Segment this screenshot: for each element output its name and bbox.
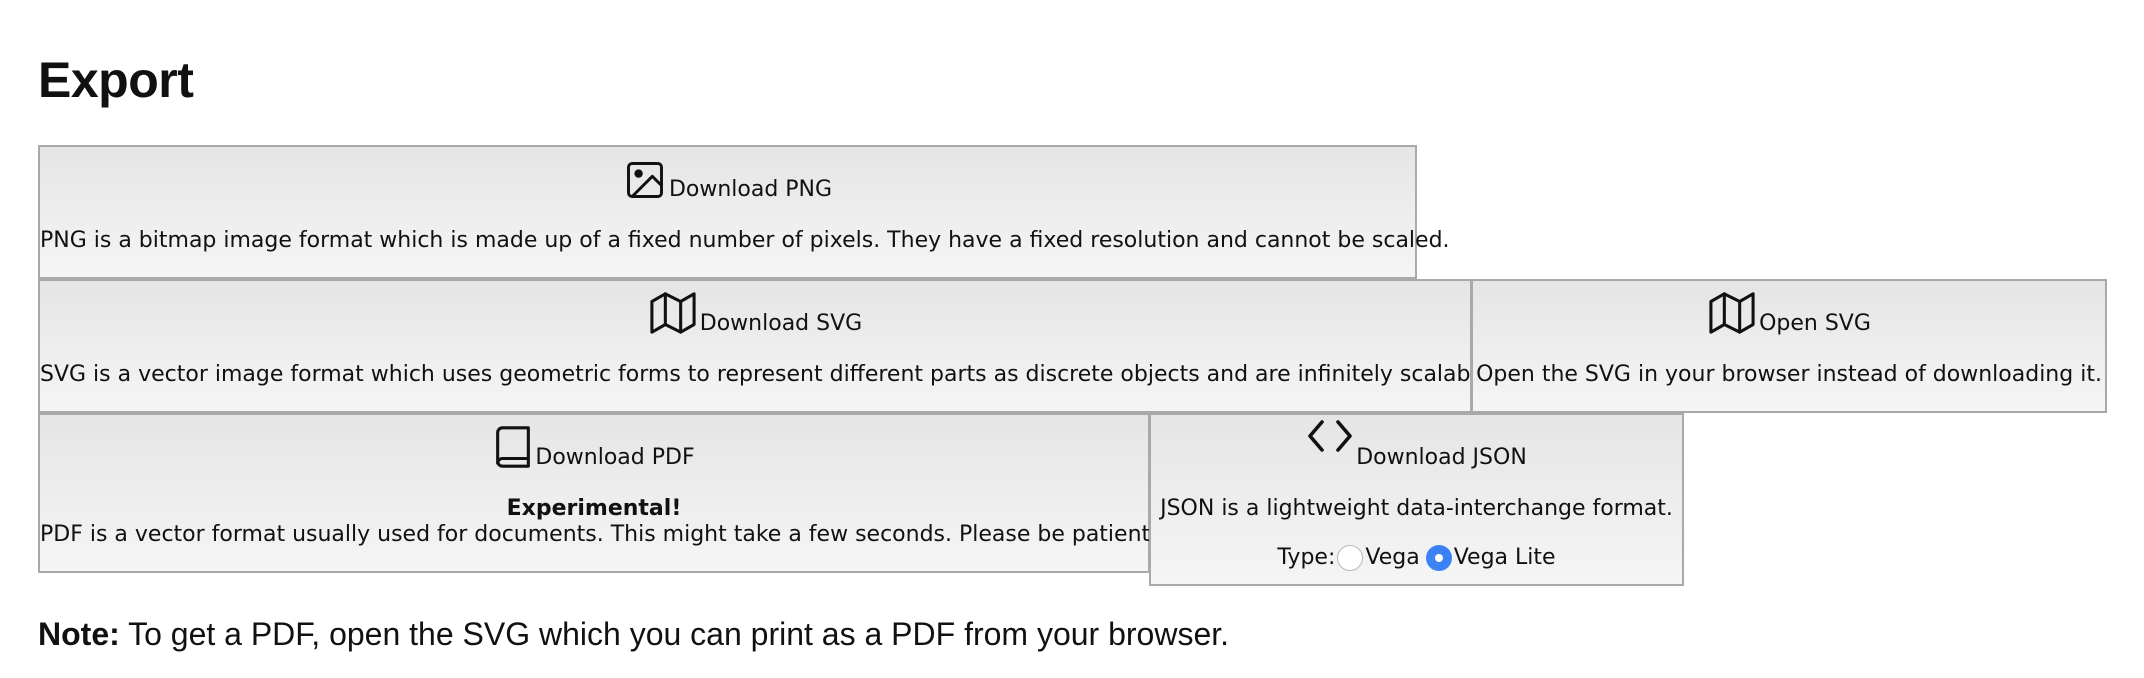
code-icon (1306, 416, 1354, 470)
note-body: To get a PDF, open the SVG which you can… (119, 616, 1230, 652)
card-description: SVG is a vector image format which uses … (40, 362, 1498, 387)
radio-vega-lite-label[interactable]: Vega Lite (1454, 545, 1556, 571)
download-pdf-button[interactable]: Download PDF Experimental! PDF is a vect… (38, 413, 1158, 573)
card-label: Download PNG (668, 177, 833, 202)
map-icon (648, 290, 698, 336)
card-description: JSON is a lightweight data-interchange f… (1160, 496, 1673, 521)
open-svg-button[interactable]: Open SVG Open the SVG in your browser in… (1471, 279, 2107, 413)
card-description: PDF is a vector format usually used for … (40, 522, 1158, 547)
card-label: Download JSON (1356, 445, 1527, 470)
experimental-warning: Experimental! (506, 496, 682, 521)
card-description: PNG is a bitmap image format which is ma… (40, 228, 1450, 253)
map-icon (1707, 290, 1757, 336)
type-label: Type: (1277, 545, 1336, 570)
json-type-selector: Type: Vega Vega Lite (1151, 545, 1682, 571)
image-icon (623, 158, 667, 202)
card-header: Download SVG (40, 286, 1470, 336)
page-title: Export (38, 52, 194, 108)
note-prefix: Note: (38, 616, 120, 652)
card-description: Open the SVG in your browser instead of … (1476, 362, 2102, 387)
radio-vega-label[interactable]: Vega (1365, 545, 1419, 571)
card-header: Download PNG (40, 152, 1415, 202)
radio-vega[interactable] (1337, 545, 1364, 571)
note-text: Note: To get a PDF, open the SVG which y… (38, 614, 1229, 654)
card-header: Download JSON (1151, 420, 1682, 470)
download-svg-button[interactable]: Download SVG SVG is a vector image forma… (38, 279, 1498, 413)
download-png-button[interactable]: Download PNG PNG is a bitmap image forma… (38, 145, 1450, 279)
card-label: Open SVG (1759, 311, 1871, 336)
card-header: Open SVG (1473, 286, 2105, 336)
card-label: Download PDF (535, 445, 695, 470)
download-json-button[interactable]: Download JSON JSON is a lightweight data… (1149, 413, 1684, 586)
book-icon (493, 424, 533, 470)
card-header: Download PDF (40, 420, 1148, 470)
card-label: Download SVG (699, 311, 863, 336)
radio-vega-lite[interactable] (1425, 545, 1452, 571)
